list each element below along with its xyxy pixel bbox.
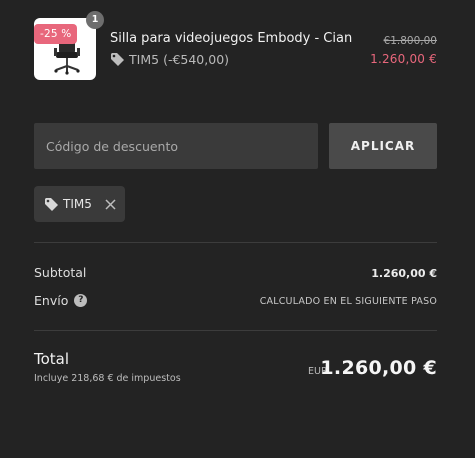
tag-icon bbox=[44, 197, 59, 212]
quantity-badge: 1 bbox=[86, 11, 104, 29]
discount-code-input[interactable] bbox=[34, 123, 318, 169]
applied-discount-code: TIM5 bbox=[63, 197, 92, 211]
tax-note: Incluye 218,68 € de impuestos bbox=[34, 373, 181, 384]
price-original: €1.800,00 bbox=[383, 35, 437, 47]
subtotal-label: Subtotal bbox=[34, 265, 86, 280]
divider bbox=[34, 330, 437, 331]
subtotal-value: 1.260,00 € bbox=[371, 267, 437, 280]
close-icon[interactable] bbox=[104, 198, 117, 211]
price-final: 1.260,00 € bbox=[370, 52, 437, 66]
applied-discount-chip: TIM5 bbox=[34, 186, 125, 222]
product-discount-info: TIM5 (-€540,00) bbox=[110, 52, 229, 67]
help-icon[interactable]: ? bbox=[74, 294, 88, 307]
discount-percent-badge: -25 % bbox=[34, 24, 78, 44]
product-discount-amount: (-€540,00) bbox=[163, 52, 230, 67]
total-amount: 1.260,00 € bbox=[320, 357, 437, 379]
divider bbox=[34, 242, 437, 243]
product-discount-code: TIM5 bbox=[129, 52, 160, 67]
shipping-label: Envío ? bbox=[34, 293, 88, 308]
subtotal-label-text: Subtotal bbox=[34, 265, 87, 280]
total-label: Total bbox=[34, 350, 70, 368]
product-name: Silla para videojuegos Embody - Cian bbox=[110, 31, 353, 46]
apply-button[interactable]: APLICAR bbox=[329, 123, 437, 169]
shipping-label-text: Envío bbox=[34, 293, 69, 308]
tag-icon bbox=[110, 52, 125, 67]
shipping-value: CALCULADO EN EL SIGUIENTE PASO bbox=[259, 296, 437, 307]
